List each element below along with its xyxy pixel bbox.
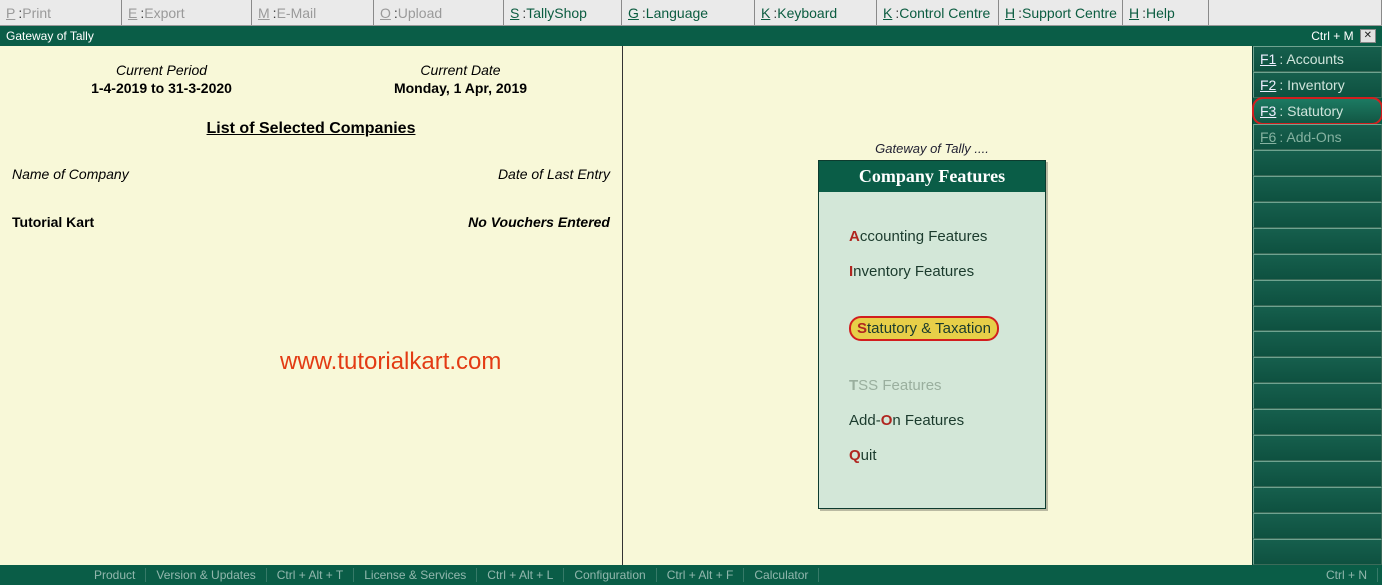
toolbar-upload: O: Upload: [374, 0, 504, 25]
gateway-item-statutory-taxation[interactable]: Statutory & Taxation: [849, 298, 1029, 359]
fkey-slot-14: [1253, 409, 1382, 435]
fkey-slot-5: [1253, 176, 1382, 202]
footer-ctrl-alt-t: Ctrl + Alt + T: [267, 568, 354, 582]
toolbar-help[interactable]: H: Help: [1123, 0, 1209, 25]
current-date-value: Monday, 1 Apr, 2019: [311, 80, 610, 96]
company-name-header: Name of Company: [12, 166, 129, 182]
gateway-item-inventory-features[interactable]: Inventory Features: [849, 263, 1029, 280]
company-row[interactable]: Tutorial Kart No Vouchers Entered: [12, 214, 610, 230]
gateway-title: Company Features: [819, 161, 1045, 192]
gateway-item-tss-features: TSS Features: [849, 377, 1029, 394]
toolbar-spacer: [1209, 0, 1382, 25]
current-period-label: Current Period: [12, 62, 311, 80]
breadcrumb: Gateway of Tally: [6, 29, 94, 43]
footer-version-updates: Version & Updates: [146, 568, 266, 582]
footer-license-services: License & Services: [354, 568, 477, 582]
shortcut-hint: Ctrl + M: [1311, 29, 1353, 43]
fkey-slot-7: [1253, 228, 1382, 254]
toolbar-tallyshop[interactable]: S: TallyShop: [504, 0, 622, 25]
main-area: Current Period 1-4-2019 to 31-3-2020 Cur…: [0, 46, 1252, 565]
toolbar-print: P: Print: [0, 0, 122, 25]
footer-ctrl-n: Ctrl + N: [1316, 568, 1378, 582]
fkey-inventory[interactable]: F2: Inventory: [1253, 72, 1382, 98]
fkey-slot-13: [1253, 383, 1382, 409]
gateway-menu: Company Features Accounting Features Inve…: [818, 160, 1046, 509]
footer-product: Product: [84, 568, 146, 582]
fkey-statutory[interactable]: F3: Statutory: [1253, 98, 1382, 124]
gateway-item-accounting-features[interactable]: Accounting Features: [849, 228, 1029, 245]
toolbar-control-centre[interactable]: K: Control Centre: [877, 0, 999, 25]
fkey-slot-17: [1253, 487, 1382, 513]
fkey-slot-8: [1253, 254, 1382, 280]
toolbar-support-centre[interactable]: H: Support Centre: [999, 0, 1123, 25]
fkey-slot-19: [1253, 539, 1382, 565]
fkey-slot-15: [1253, 435, 1382, 461]
company-name: Tutorial Kart: [12, 214, 94, 230]
fkey-add-ons[interactable]: F6: Add-Ons: [1253, 124, 1382, 150]
fkey-slot-18: [1253, 513, 1382, 539]
gateway-item-quit[interactable]: Quit: [849, 447, 1029, 464]
fkey-slot-9: [1253, 280, 1382, 306]
company-last-entry: No Vouchers Entered: [468, 214, 610, 230]
current-date-label: Current Date: [311, 62, 610, 80]
current-period-value: 1-4-2019 to 31-3-2020: [12, 80, 311, 96]
body: Current Period 1-4-2019 to 31-3-2020 Cur…: [0, 46, 1382, 565]
close-icon[interactable]: ✕: [1360, 29, 1376, 43]
left-panel: Current Period 1-4-2019 to 31-3-2020 Cur…: [0, 46, 623, 565]
breadcrumb-bar: Gateway of Tally Ctrl + M ✕: [0, 26, 1382, 46]
right-panel: Gateway of Tally .... Company Features A…: [623, 46, 1252, 565]
toolbar-e-mail: M: E-Mail: [252, 0, 374, 25]
footer-ctrl-alt-l: Ctrl + Alt + L: [477, 568, 564, 582]
fkey-slot-6: [1253, 202, 1382, 228]
fkey-slot-16: [1253, 461, 1382, 487]
gateway-item-oadd-[interactable]: Add-On Features: [849, 412, 1029, 429]
footer-ctrl-alt-f: Ctrl + Alt + F: [657, 568, 745, 582]
company-entry-header: Date of Last Entry: [498, 166, 610, 182]
fkey-slot-10: [1253, 306, 1382, 332]
footer-calculator: Calculator: [744, 568, 819, 582]
fkey-sidebar: F1: AccountsF2: InventoryF3: StatutoryF6…: [1252, 46, 1382, 565]
footer-configuration: Configuration: [564, 568, 656, 582]
fkey-accounts[interactable]: F1: Accounts: [1253, 46, 1382, 72]
footer-bar: ProductVersion & UpdatesCtrl + Alt + TLi…: [0, 565, 1382, 585]
toolbar-export: E: Export: [122, 0, 252, 25]
fkey-slot-11: [1253, 331, 1382, 357]
company-list-title: List of Selected Companies: [12, 120, 610, 138]
fkey-slot-4: [1253, 150, 1382, 176]
toolbar-keyboard[interactable]: K: Keyboard: [755, 0, 877, 25]
fkey-slot-12: [1253, 357, 1382, 383]
gateway-caption: Gateway of Tally ....: [818, 141, 1046, 156]
toolbar-language[interactable]: G: Language: [622, 0, 755, 25]
top-toolbar: P: PrintE: ExportM: E-MailO: UploadS: Ta…: [0, 0, 1382, 26]
